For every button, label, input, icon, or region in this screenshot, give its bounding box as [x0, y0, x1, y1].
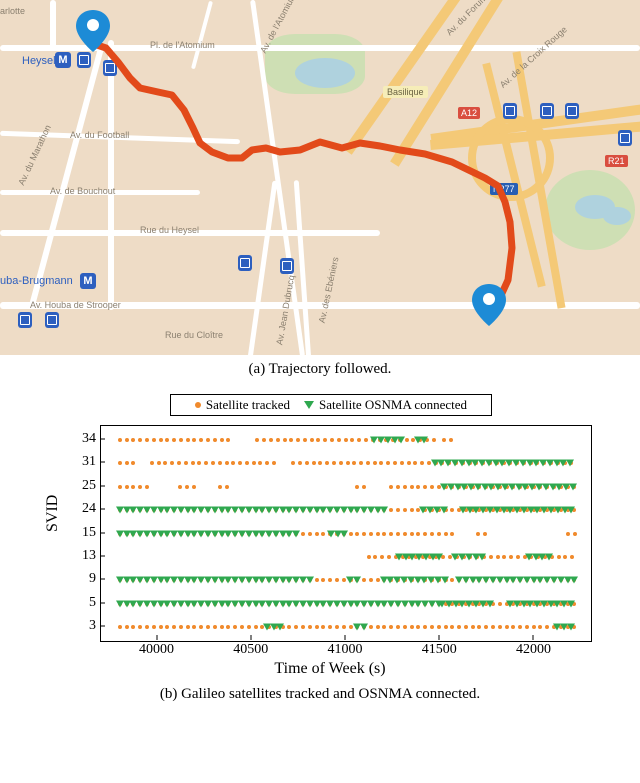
y-tick-label: 5 [68, 595, 96, 611]
caption-a: (a) Trajectory followed. [0, 355, 640, 390]
plot-area [100, 425, 592, 642]
x-tick-label: 40500 [233, 642, 268, 658]
x-tick-label: 41000 [328, 642, 363, 658]
caption-b: (b) Galileo satellites tracked and OSNMA… [0, 680, 640, 715]
legend-tracked-label: Satellite tracked [206, 397, 290, 413]
y-tick-label: 15 [68, 525, 96, 541]
y-tick-label: 24 [68, 501, 96, 517]
y-tick-label: 25 [68, 478, 96, 494]
y-tick-label: 13 [68, 548, 96, 564]
y-axis-label: SVID [44, 495, 62, 532]
marker-end [472, 284, 506, 326]
legend-osnma-label: Satellite OSNMA connected [319, 397, 467, 413]
x-tick-label: 41500 [422, 642, 457, 658]
y-tick-label: 31 [68, 454, 96, 470]
x-axis-label: Time of Week (s) [50, 660, 610, 678]
y-tick-label: 9 [68, 571, 96, 587]
legend-osnma: Satellite OSNMA connected [304, 397, 467, 413]
x-tick-label: 42000 [516, 642, 551, 658]
marker-start [76, 10, 110, 52]
x-tick-label: 40000 [139, 642, 174, 658]
y-tick-label: 34 [68, 431, 96, 447]
chart-legend: Satellite tracked Satellite OSNMA connec… [170, 394, 492, 416]
data-layer [101, 426, 591, 641]
legend-tracked: Satellite tracked [195, 397, 290, 413]
chart-panel: Satellite tracked Satellite OSNMA connec… [50, 390, 610, 680]
circle-marker-icon [195, 402, 201, 408]
map-panel: Heysel M uba-Brugmann M Basilique A12 R2… [0, 0, 640, 355]
triangle-marker-icon [304, 401, 314, 409]
y-tick-label: 3 [68, 618, 96, 634]
figure-wrap: Heysel M uba-Brugmann M Basilique A12 R2… [0, 0, 640, 715]
trajectory-path [0, 0, 640, 355]
